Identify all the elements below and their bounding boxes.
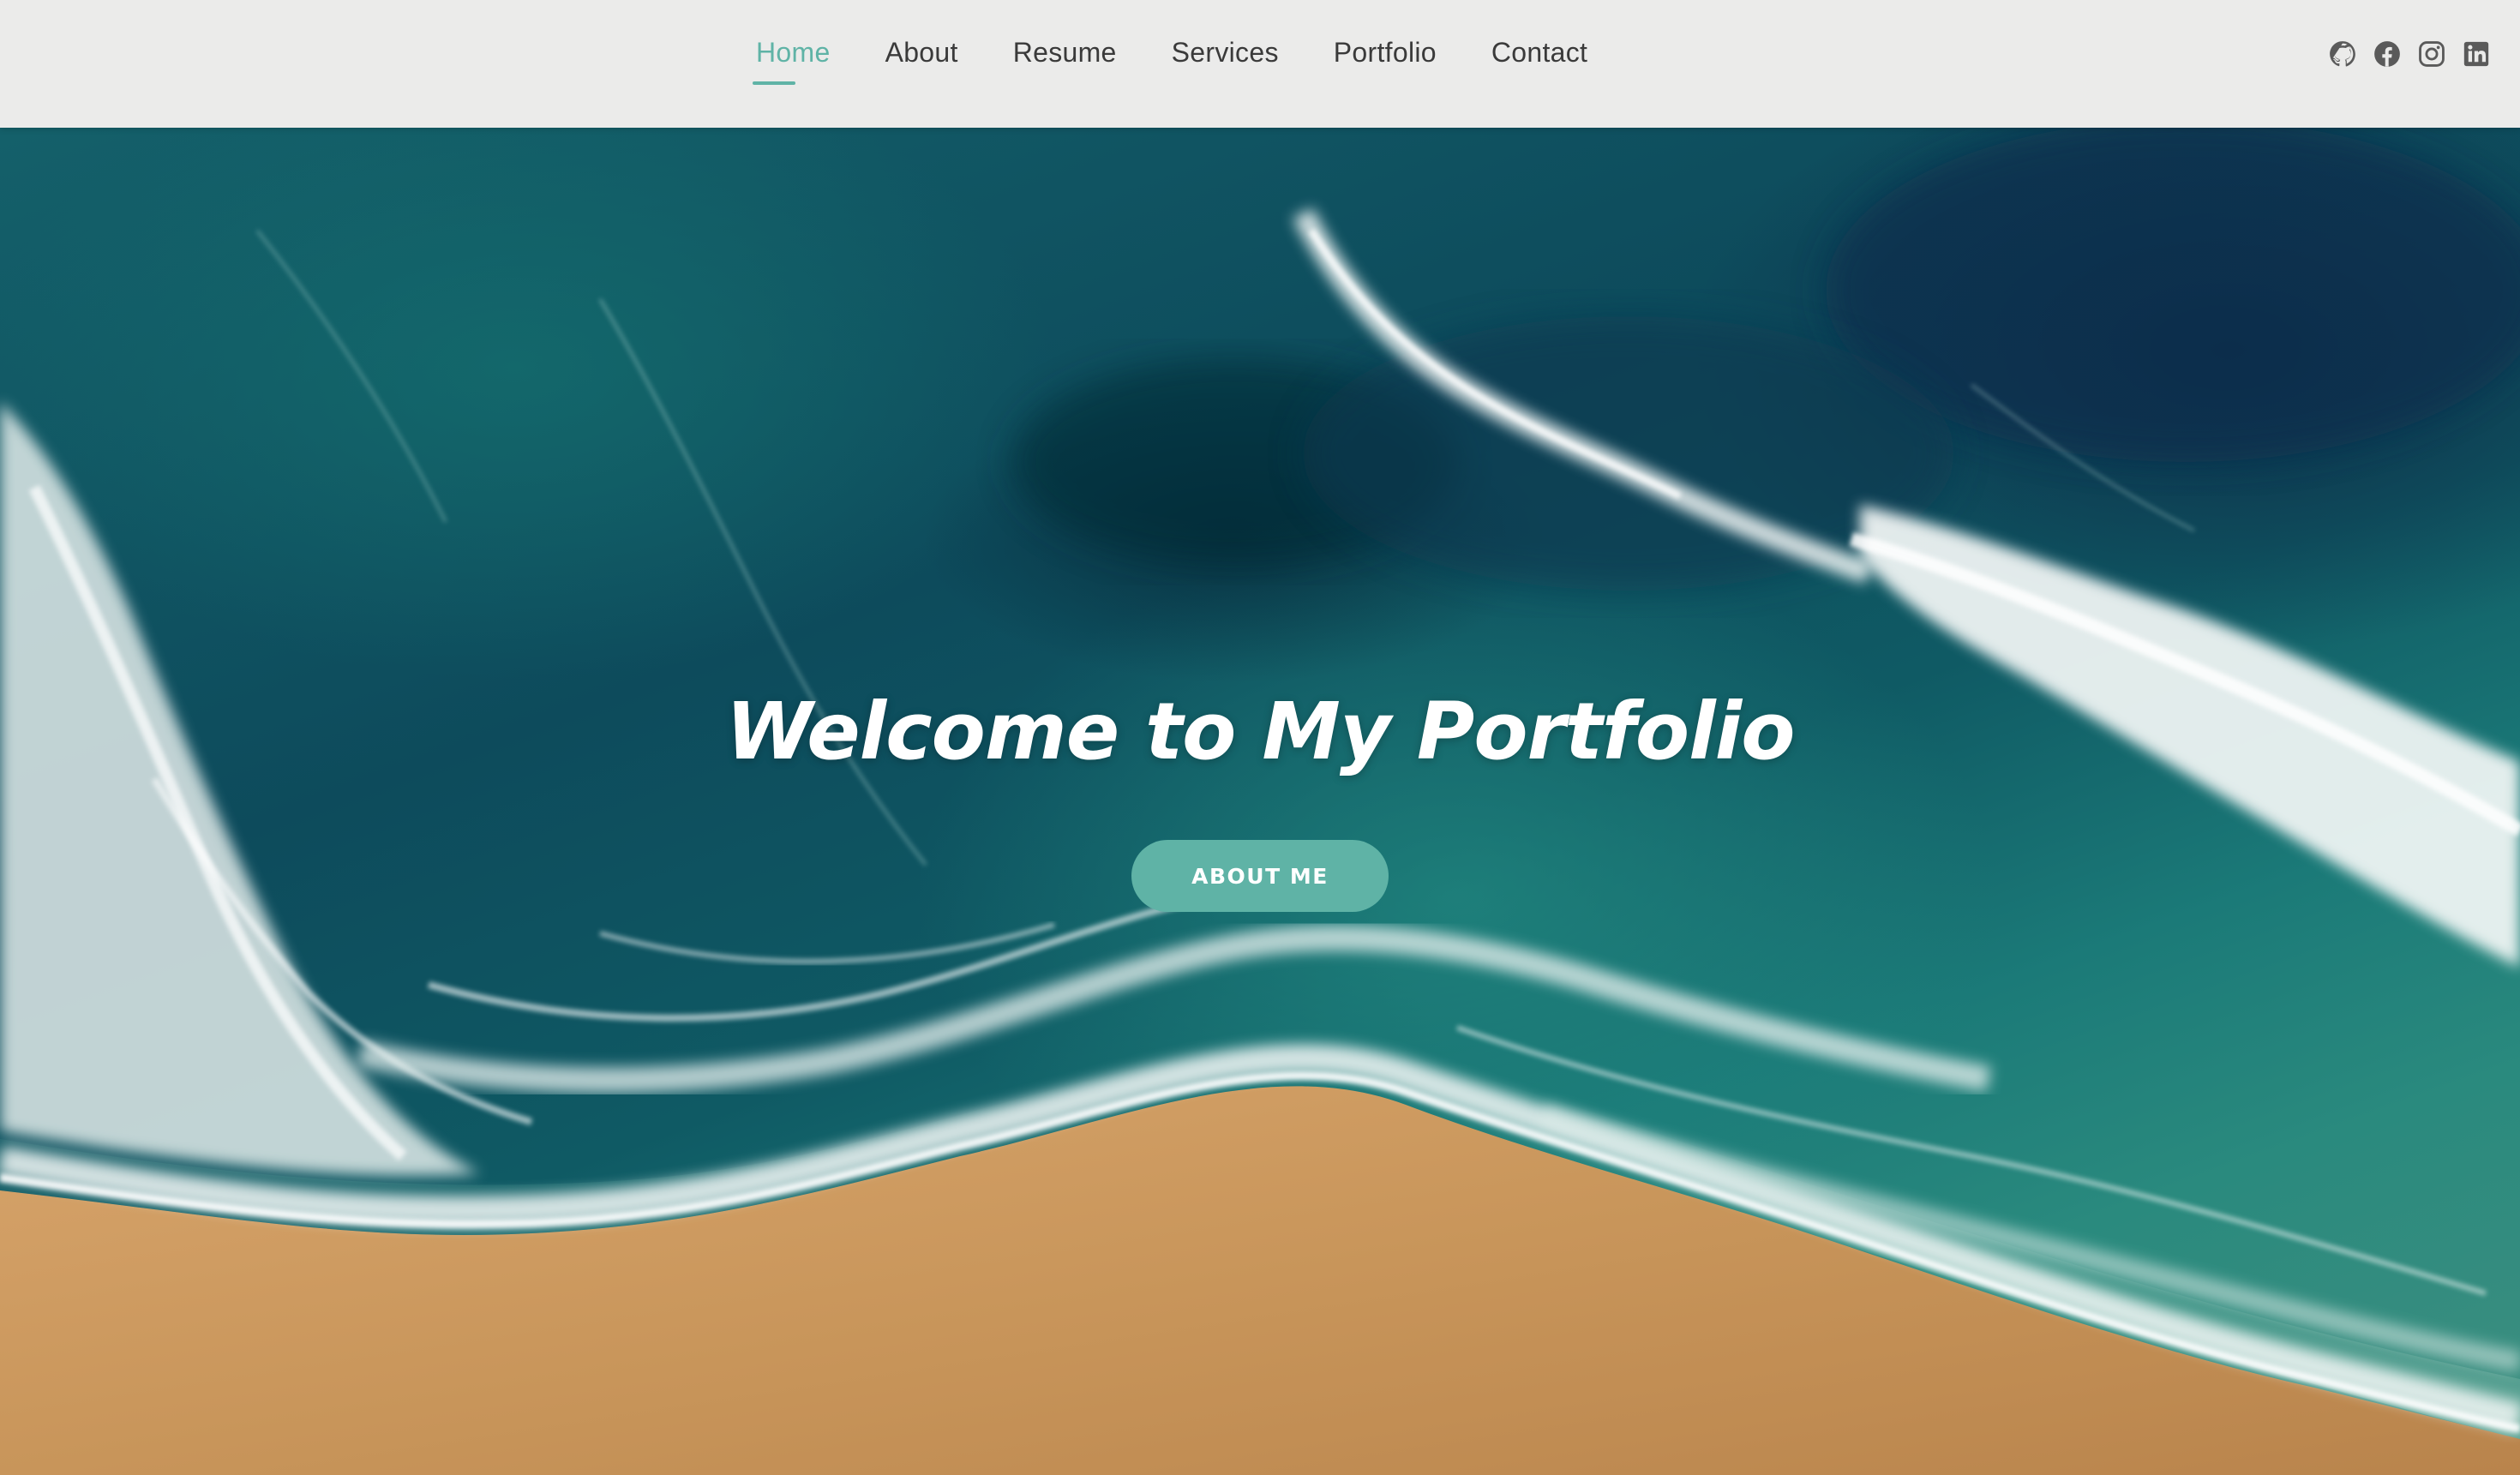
nav-portfolio[interactable]: Portfolio bbox=[1334, 35, 1437, 69]
facebook-icon[interactable] bbox=[2373, 39, 2402, 69]
instagram-icon[interactable] bbox=[2417, 39, 2446, 69]
site-header: Home About Resume Services Portfolio Con… bbox=[0, 0, 2520, 128]
hero-title: Welcome to My Portfolio bbox=[725, 686, 1796, 777]
github-icon[interactable] bbox=[2328, 39, 2357, 69]
main-nav: Home About Resume Services Portfolio Con… bbox=[753, 0, 1642, 128]
nav-services[interactable]: Services bbox=[1172, 35, 1279, 69]
hero-section: Welcome to My Portfolio ABOUT ME bbox=[0, 128, 2520, 1475]
nav-about[interactable]: About bbox=[885, 35, 958, 69]
linkedin-icon[interactable] bbox=[2462, 39, 2491, 69]
nav-home[interactable]: Home bbox=[753, 35, 831, 85]
social-links bbox=[2328, 39, 2491, 69]
nav-resume[interactable]: Resume bbox=[1013, 35, 1117, 69]
ocean-beach-background bbox=[0, 128, 2520, 1475]
nav-contact[interactable]: Contact bbox=[1491, 35, 1587, 69]
about-me-button[interactable]: ABOUT ME bbox=[1131, 840, 1389, 912]
